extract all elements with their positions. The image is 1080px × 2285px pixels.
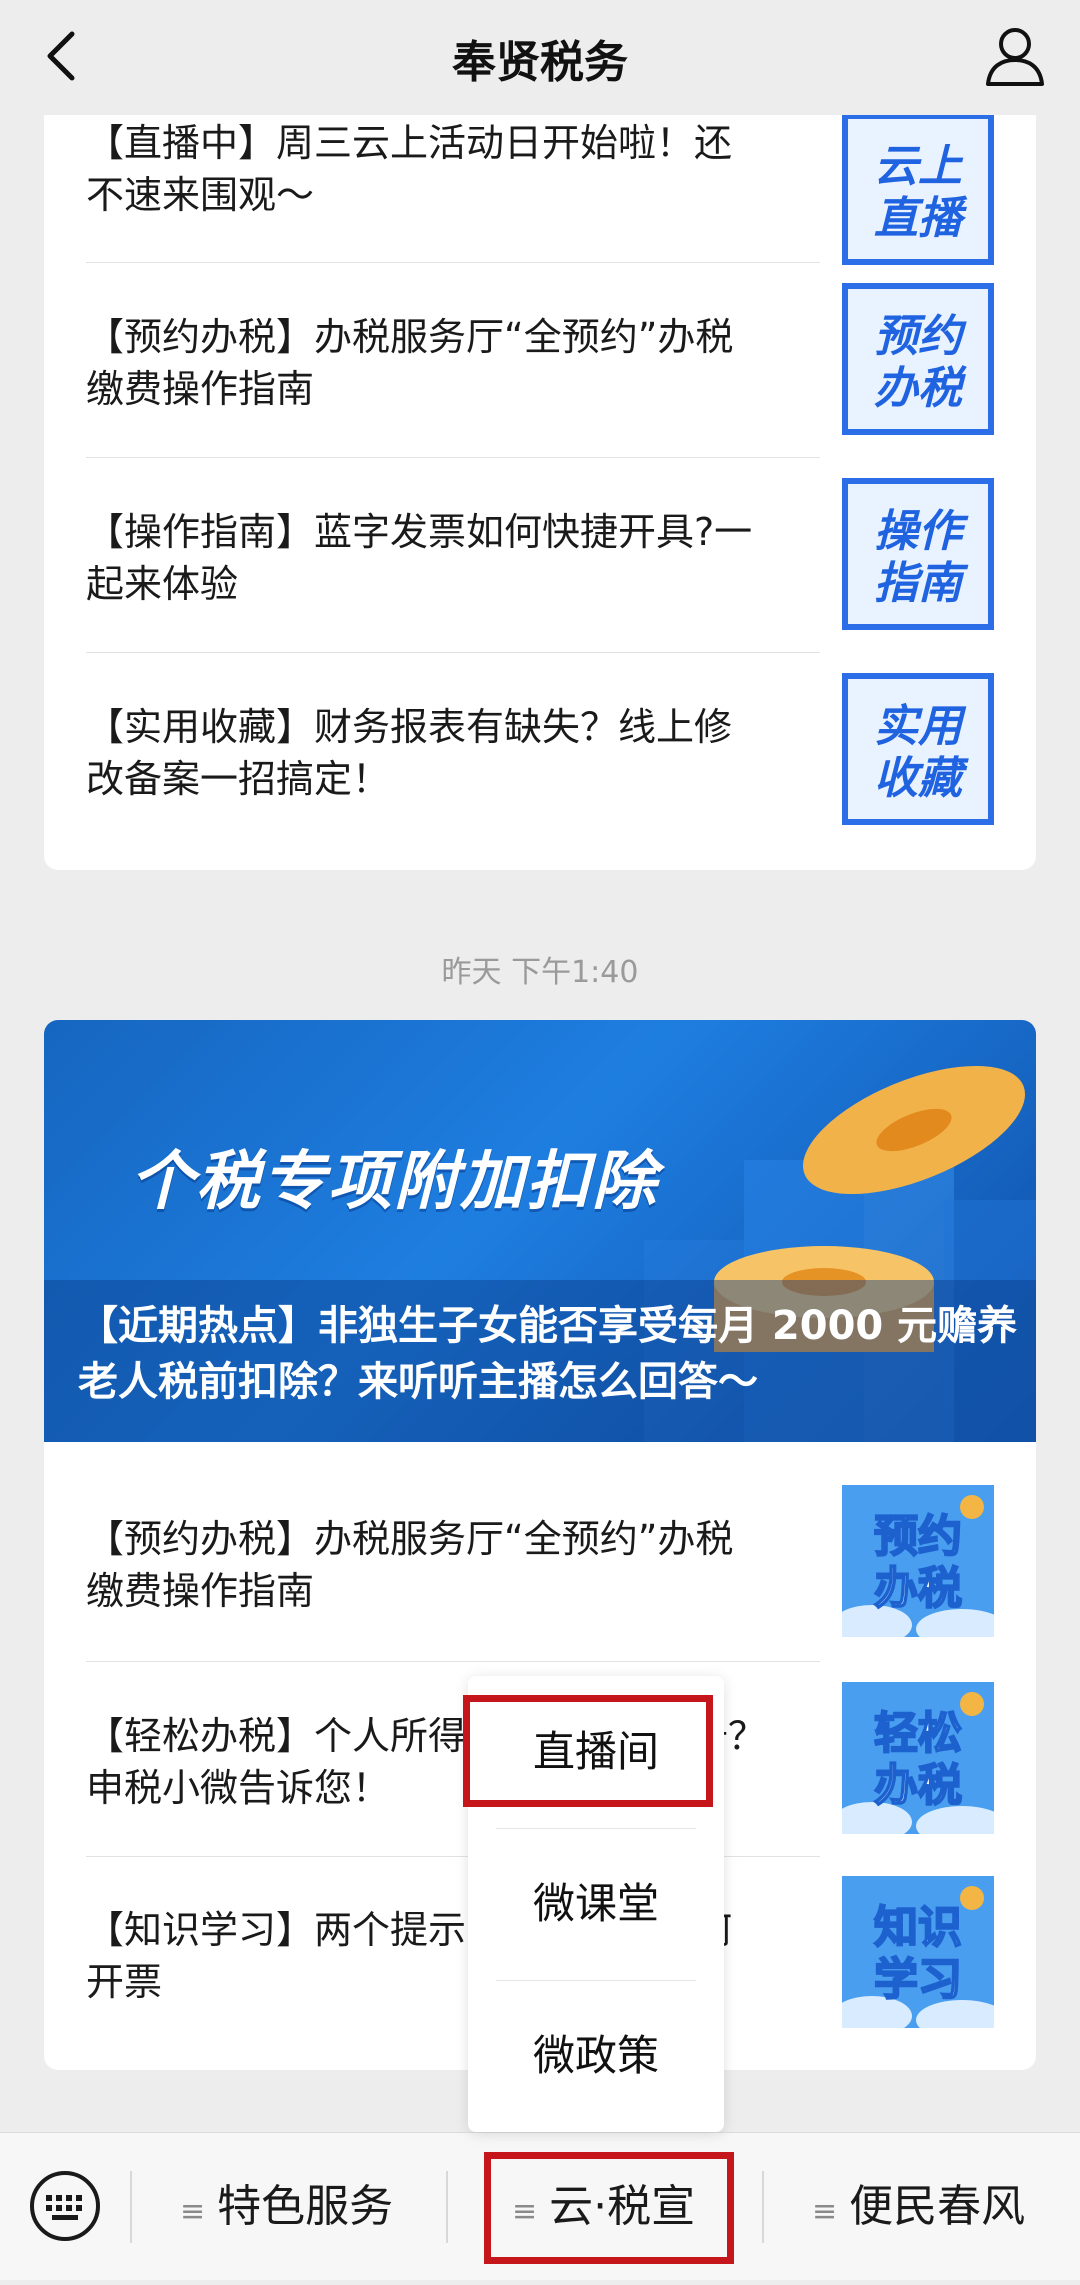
- article-thumbnail: 操作 指南: [842, 478, 994, 630]
- article-item[interactable]: 【预约办税】办税服务厅“全预约”办税缴费操作指南 预约 办税: [44, 1485, 1008, 1680]
- user-profile-icon[interactable]: [982, 22, 1048, 88]
- thumbnail-label: 指南: [874, 558, 969, 609]
- thumbnail-label: 直播: [874, 193, 968, 244]
- article-item[interactable]: 【操作指南】蓝字发票如何快捷开具?一起来体验 操作 指南: [44, 478, 994, 673]
- thumbnail-label: 知识: [874, 1902, 962, 1953]
- divider: [86, 262, 820, 263]
- article-thumbnail: 云上 直播: [842, 113, 994, 265]
- highlight-box-cloud-tax-tab: [484, 2152, 734, 2264]
- keyboard-icon[interactable]: [28, 2169, 102, 2243]
- article-thumbnail: 实用 收藏: [842, 673, 994, 825]
- thumbnail-label: 实用: [874, 701, 967, 752]
- divider: [446, 2171, 448, 2243]
- menu-list-icon: ≡: [812, 2194, 838, 2229]
- thumbnail-label: 云上: [874, 141, 964, 192]
- thumbnail-label: 收藏: [874, 753, 969, 804]
- article-title: 【预约办税】办税服务厅“全预约”办税缴费操作指南: [86, 315, 734, 411]
- banner-caption: 【近期热点】非独生子女能否享受每月 2000 元赡养老人税前扣除？来听听主播怎么…: [78, 1303, 1018, 1405]
- highlight-box-live-room: [463, 1695, 713, 1807]
- banner-headline: 个税专项附加扣除: [130, 1145, 658, 1219]
- article-title: 【直播中】周三云上活动日开始啦！还不速来围观～: [86, 121, 733, 217]
- thumbnail-label: 办税: [874, 1563, 962, 1614]
- article-item[interactable]: 【预约办税】办税服务厅“全预约”办税缴费操作指南 预约 办税: [44, 283, 994, 478]
- article-thumbnail: 知识 学习: [832, 1876, 1008, 2040]
- divider: [762, 2171, 764, 2243]
- article-thumbnail: 预约 办税: [832, 1485, 1008, 1649]
- menu-tab-label: 特色服务: [217, 2181, 394, 2232]
- article-thumbnail: 轻松 办税: [832, 1682, 1008, 1846]
- banner-article[interactable]: 个税专项附加扣除 【近期热点】非独生子女能否享受每月 2000 元赡养老人税前扣…: [44, 1020, 1036, 1442]
- article-title: 【操作指南】蓝字发票如何快捷开具?一起来体验: [86, 510, 753, 606]
- thumbnail-label: 办税: [874, 363, 967, 414]
- thumbnail-label: 轻松: [874, 1708, 962, 1759]
- submenu-item-micro-class[interactable]: 微课堂: [468, 1828, 724, 1980]
- thumbnail-label: 学习: [874, 1954, 962, 2005]
- message-timestamp: 昨天 下午1:40: [441, 955, 639, 990]
- menu-tab-featured-services[interactable]: ≡ 特色服务: [180, 2133, 393, 2280]
- top-nav-bar: 奉贤税务: [0, 0, 1080, 115]
- divider: [86, 457, 820, 458]
- article-item[interactable]: 【实用收藏】财务报表有缺失？线上修改备案一招搞定！ 实用 收藏: [44, 673, 994, 868]
- article-item[interactable]: 【直播中】周三云上活动日开始啦！还不速来围观～ 云上 直播: [44, 113, 994, 308]
- page-title: 奉贤税务: [452, 37, 628, 88]
- article-thumbnail: 预约 办税: [842, 283, 994, 435]
- divider: [86, 652, 820, 653]
- thumbnail-label: 操作: [874, 506, 969, 557]
- menu-tab-convenience-services[interactable]: ≡ 便民春风: [812, 2133, 1025, 2280]
- submenu-item-micro-policy[interactable]: 微政策: [468, 1980, 724, 2132]
- divider: [130, 2171, 132, 2243]
- divider: [86, 1661, 820, 1662]
- thumbnail-label: 预约: [874, 311, 967, 362]
- menu-list-icon: ≡: [180, 2194, 206, 2229]
- menu-tab-label: 便民春风: [849, 2181, 1026, 2232]
- article-title: 【实用收藏】财务报表有缺失？线上修改备案一招搞定！: [86, 705, 733, 801]
- article-title: 【预约办税】办税服务厅“全预约”办税缴费操作指南: [86, 1517, 734, 1613]
- thumbnail-label: 预约: [874, 1511, 962, 1562]
- thumbnail-label: 办税: [874, 1760, 962, 1811]
